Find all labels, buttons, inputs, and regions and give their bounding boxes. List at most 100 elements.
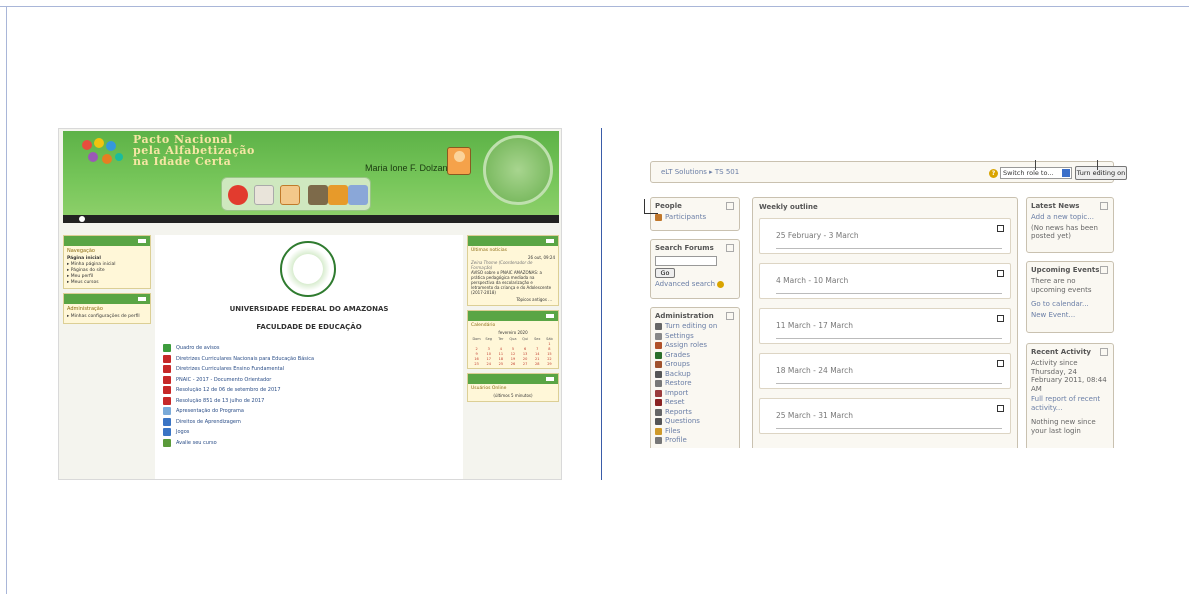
avatar[interactable]: [447, 147, 471, 175]
turn-editing-on-icon: [655, 323, 662, 331]
online-users-subtitle: (últimos 5 minutos): [493, 393, 533, 398]
resource-link[interactable]: Quadro de avisos: [163, 343, 453, 354]
calendar-day[interactable]: 20: [520, 357, 531, 361]
power-icon[interactable]: [228, 185, 248, 205]
calendar-day[interactable]: 5: [507, 347, 518, 351]
calendar-day[interactable]: 24: [483, 362, 494, 366]
resource-link[interactable]: Diretrizes Curriculares Ensino Fundament…: [163, 364, 453, 375]
show-only-week-icon[interactable]: [997, 405, 1004, 412]
calendar-day[interactable]: 25: [495, 362, 506, 366]
admin-item-label: Profile: [665, 436, 687, 444]
news-body[interactable]: AVISO sobre o PNAIC AMAZONAS: a prática …: [468, 270, 558, 295]
calendar-day[interactable]: 16: [471, 357, 482, 361]
switch-role-select[interactable]: Switch role to...: [1000, 167, 1072, 179]
resource-link[interactable]: Jogos: [163, 427, 453, 438]
admin-item-reports[interactable]: Reports: [651, 408, 739, 418]
admin-item-files[interactable]: Files: [651, 427, 739, 437]
admin-item-grades[interactable]: Grades: [651, 351, 739, 361]
calendar-day[interactable]: 17: [483, 357, 494, 361]
calendar-day[interactable]: 22: [544, 357, 555, 361]
admin-item-label: Reports: [665, 407, 692, 416]
week-divider: [776, 383, 1002, 384]
calendar-day[interactable]: 27: [520, 362, 531, 366]
calendar-day[interactable]: 4: [495, 347, 506, 351]
calendar-day[interactable]: 12: [507, 352, 518, 356]
calendar-day[interactable]: 7: [532, 347, 543, 351]
resource-link[interactable]: Resolução 851 de 13 julho de 2017: [163, 396, 453, 407]
news-title: Últimas notícias: [471, 248, 507, 253]
calendar-day[interactable]: 1: [544, 342, 555, 346]
week-label: 18 March - 24 March: [776, 366, 854, 375]
book-icon[interactable]: [308, 185, 328, 205]
admin-item-settings[interactable]: Settings: [651, 332, 739, 342]
admin-item-backup[interactable]: Backup: [651, 370, 739, 380]
calendar-day[interactable]: 6: [520, 347, 531, 351]
calendar-day[interactable]: 26: [507, 362, 518, 366]
resource-link[interactable]: Direitos de Aprendizagem: [163, 417, 453, 428]
go-to-calendar-link[interactable]: Go to calendar...: [1027, 299, 1113, 310]
admin-item-questions[interactable]: Questions: [651, 417, 739, 427]
admin-item-label: Import: [665, 388, 689, 397]
admin-item-assign-roles[interactable]: Assign roles: [651, 341, 739, 351]
advanced-search-link[interactable]: Advanced search: [651, 279, 739, 289]
admin-item-profile-settings[interactable]: ▸ Minhas configurações de perfil: [64, 314, 150, 323]
calendar-day[interactable]: 11: [495, 352, 506, 356]
calendar-day[interactable]: 3: [483, 347, 494, 351]
new-event-link[interactable]: New Event...: [1027, 310, 1113, 321]
admin-item-import[interactable]: Import: [651, 389, 739, 399]
show-only-week-icon[interactable]: [997, 270, 1004, 277]
full-report-link[interactable]: Full report of recent activity...: [1027, 394, 1113, 413]
calendar-day[interactable]: 28: [532, 362, 543, 366]
admin-item-profile[interactable]: Profile: [651, 436, 739, 446]
show-only-week-icon[interactable]: [997, 225, 1004, 232]
calendar-day[interactable]: 21: [532, 357, 543, 361]
show-only-week-icon[interactable]: [997, 360, 1004, 367]
resource-link[interactable]: Apresentação do Programa: [163, 406, 453, 417]
participants-link[interactable]: Participants: [651, 212, 739, 222]
search-forums-block: Search Forums Go Advanced search: [650, 239, 740, 299]
calendar-day[interactable]: 14: [532, 352, 543, 356]
calendar-day[interactable]: 29: [544, 362, 555, 366]
chart-icon[interactable]: [328, 185, 348, 205]
calendar-weekday: Seg: [485, 337, 493, 341]
admin-item-label: Backup: [665, 369, 691, 378]
calendar-day[interactable]: 13: [520, 352, 531, 356]
resource-link[interactable]: Avalie seu curso: [163, 438, 453, 449]
edit-icon[interactable]: [348, 185, 368, 205]
help-icon[interactable]: ?: [989, 169, 998, 178]
calendar-day[interactable]: 2: [471, 347, 482, 351]
admin-item-groups[interactable]: Groups: [651, 360, 739, 370]
callout-tick: [1097, 160, 1098, 170]
add-topic-link[interactable]: Add a new topic...: [1027, 212, 1113, 223]
show-only-week-icon[interactable]: [997, 315, 1004, 322]
resource-link[interactable]: Resolução 12 de 06 de setembro de 2017: [163, 385, 453, 396]
mail-icon[interactable]: [254, 185, 274, 205]
breadcrumb[interactable]: eLT Solutions ▸ TS 501: [661, 168, 739, 176]
go-button[interactable]: Go: [655, 268, 675, 278]
nav-item-courses[interactable]: ▸ Meus cursos: [64, 280, 150, 288]
block-header: [468, 374, 558, 384]
calendar-day[interactable]: 10: [483, 352, 494, 356]
site-title: Pacto Nacional pela Alfabetização na Ida…: [133, 134, 255, 167]
calendar-day[interactable]: 18: [495, 357, 506, 361]
course-navbar: eLT Solutions ▸ TS 501 ? Switch role to.…: [650, 160, 1127, 183]
pdf-icon: [163, 386, 171, 395]
university-emblem-icon: [280, 241, 336, 297]
turn-editing-on-button[interactable]: Turn editing on: [1075, 166, 1127, 180]
calendar-day[interactable]: 19: [507, 357, 518, 361]
search-input[interactable]: [655, 256, 717, 266]
calendar-day[interactable]: 8: [544, 347, 555, 351]
news-older-topics[interactable]: Tópicos antigos ...: [468, 295, 558, 305]
weekly-outline: Weekly outline 25 February - 3 March 4 Ma…: [752, 197, 1018, 448]
user-menu[interactable]: Maria Ione F. Dolzane ▴: [365, 163, 460, 174]
admin-item-turn-editing-on[interactable]: Turn editing on: [651, 322, 739, 332]
calendar-day[interactable]: 9: [471, 352, 482, 356]
home-dot-icon[interactable]: [79, 216, 85, 222]
admin-item-reset[interactable]: Reset: [651, 398, 739, 408]
resource-link[interactable]: Diretrizes Curriculares Nacionais para E…: [163, 354, 453, 365]
resource-link[interactable]: PNAIC - 2017 - Documento Orientador: [163, 375, 453, 386]
calendar-day[interactable]: 15: [544, 352, 555, 356]
calendar-day[interactable]: 23: [471, 362, 482, 366]
admin-item-restore[interactable]: Restore: [651, 379, 739, 389]
calendar-icon[interactable]: [280, 185, 300, 205]
